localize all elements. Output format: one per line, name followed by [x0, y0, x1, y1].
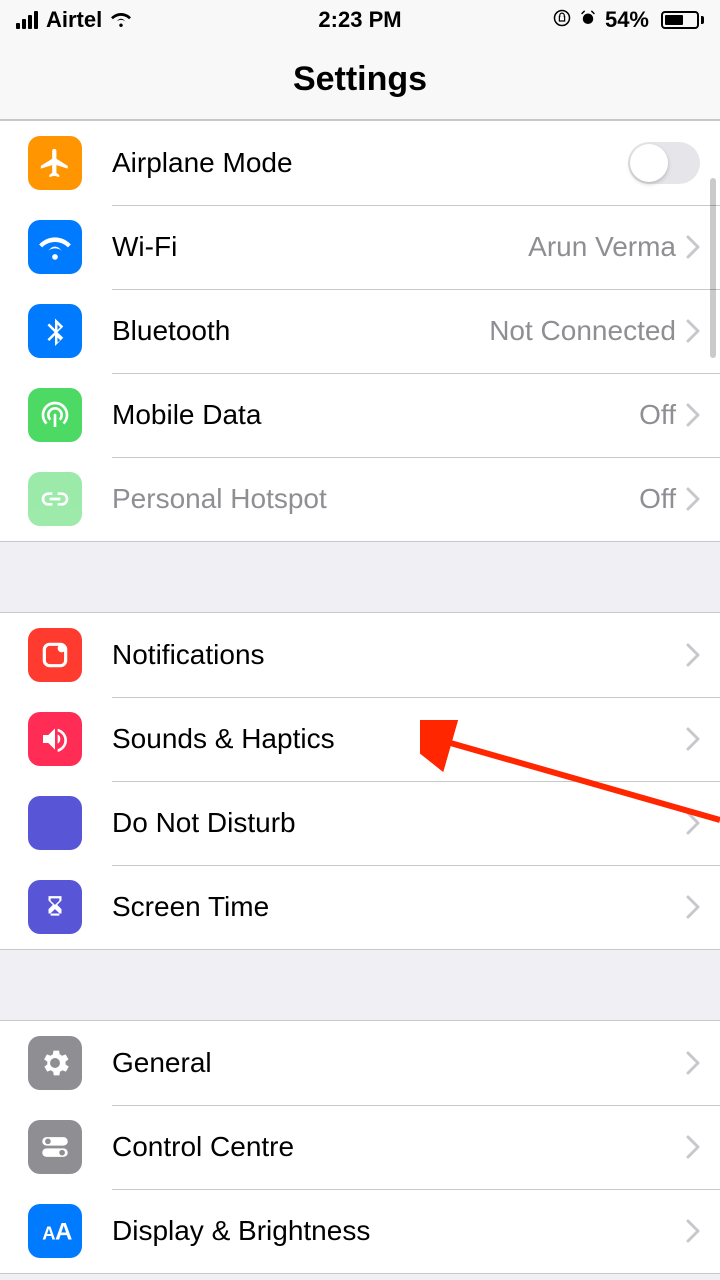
svg-text:A: A: [55, 1219, 72, 1246]
chevron-right-icon: [686, 727, 700, 751]
page-title: Settings: [293, 60, 427, 99]
link-icon: [28, 472, 82, 526]
status-bar: Airtel 2:23 PM 54%: [0, 0, 720, 40]
row-label: Personal Hotspot: [112, 483, 639, 515]
clock: 2:23 PM: [318, 7, 401, 33]
row-mobile-data[interactable]: Mobile Data Off: [0, 373, 720, 457]
chevron-right-icon: [686, 811, 700, 835]
text-size-icon: AA: [28, 1204, 82, 1258]
airplane-toggle[interactable]: [628, 142, 700, 184]
hourglass-icon: [28, 880, 82, 934]
row-label: Control Centre: [112, 1131, 686, 1163]
row-value: Off: [639, 399, 676, 431]
chevron-right-icon: [686, 319, 700, 343]
row-bluetooth[interactable]: Bluetooth Not Connected: [0, 289, 720, 373]
row-label: Wi-Fi: [112, 231, 528, 263]
chevron-right-icon: [686, 403, 700, 427]
row-general[interactable]: General: [0, 1021, 720, 1105]
battery-icon: [657, 11, 704, 29]
row-display-brightness[interactable]: AA Display & Brightness: [0, 1189, 720, 1273]
chevron-right-icon: [686, 1219, 700, 1243]
row-notifications[interactable]: Notifications: [0, 613, 720, 697]
row-value: Arun Verma: [528, 231, 676, 263]
row-sounds-haptics[interactable]: Sounds & Haptics: [0, 697, 720, 781]
battery-pct: 54%: [605, 7, 649, 33]
svg-text:A: A: [42, 1223, 55, 1244]
bluetooth-icon: [28, 304, 82, 358]
row-label: Display & Brightness: [112, 1215, 686, 1247]
carrier-label: Airtel: [46, 7, 102, 33]
alarm-icon: [579, 7, 597, 33]
notifications-icon: [28, 628, 82, 682]
row-label: Screen Time: [112, 891, 686, 923]
row-label: Bluetooth: [112, 315, 489, 347]
row-label: Do Not Disturb: [112, 807, 686, 839]
airplane-icon: [28, 136, 82, 190]
row-label: Airplane Mode: [112, 147, 628, 179]
row-label: Mobile Data: [112, 399, 639, 431]
toggles-icon: [28, 1120, 82, 1174]
chevron-right-icon: [686, 235, 700, 259]
gear-icon: [28, 1036, 82, 1090]
row-airplane-mode[interactable]: Airplane Mode: [0, 121, 720, 205]
row-screen-time[interactable]: Screen Time: [0, 865, 720, 949]
row-value: Not Connected: [489, 315, 676, 347]
speaker-icon: [28, 712, 82, 766]
orientation-lock-icon: [553, 7, 571, 33]
row-personal-hotspot[interactable]: Personal Hotspot Off: [0, 457, 720, 541]
row-label: General: [112, 1047, 686, 1079]
row-wifi[interactable]: Wi-Fi Arun Verma: [0, 205, 720, 289]
section-system: General Control Centre AA Display & Brig…: [0, 1020, 720, 1274]
row-label: Notifications: [112, 639, 686, 671]
chevron-right-icon: [686, 895, 700, 919]
row-label: Sounds & Haptics: [112, 723, 686, 755]
wifi-status-icon: [110, 7, 132, 33]
row-value: Off: [639, 483, 676, 515]
cellular-signal-icon: [16, 11, 38, 29]
moon-icon: [28, 796, 82, 850]
chevron-right-icon: [686, 1135, 700, 1159]
wifi-icon: [28, 220, 82, 274]
row-control-centre[interactable]: Control Centre: [0, 1105, 720, 1189]
chevron-right-icon: [686, 1051, 700, 1075]
page-header: Settings: [0, 40, 720, 120]
scroll-indicator[interactable]: [710, 178, 716, 358]
antenna-icon: [28, 388, 82, 442]
section-alerts: Notifications Sounds & Haptics Do Not Di…: [0, 612, 720, 950]
chevron-right-icon: [686, 487, 700, 511]
chevron-right-icon: [686, 643, 700, 667]
row-do-not-disturb[interactable]: Do Not Disturb: [0, 781, 720, 865]
section-connectivity: Airplane Mode Wi-Fi Arun Verma Bluetooth…: [0, 120, 720, 542]
